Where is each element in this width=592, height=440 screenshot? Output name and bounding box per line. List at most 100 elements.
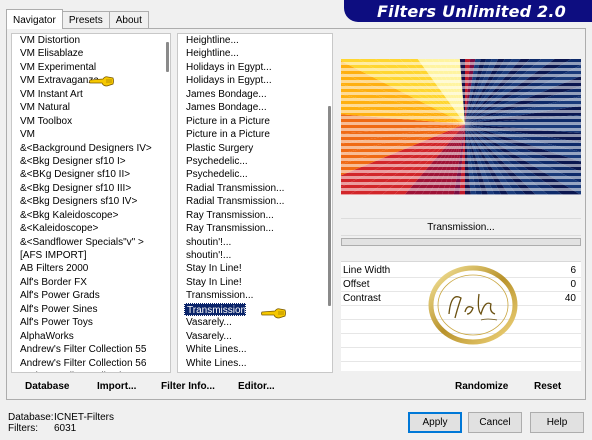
main-panel: VM Distortion VM Elisablaze VM Experimenta… <box>6 28 586 400</box>
apply-button[interactable]: Apply <box>408 412 462 433</box>
filter-item[interactable]: Plastic Surgery <box>178 142 332 155</box>
preview-stripe <box>341 152 581 155</box>
import-button[interactable]: Import... <box>97 381 136 395</box>
category-item[interactable]: &<Kaleidoscope> <box>12 222 170 235</box>
filters-count-value: 6031 <box>54 423 77 434</box>
category-item[interactable]: VM Elisablaze <box>12 47 170 60</box>
filter-item[interactable]: Heightline... <box>178 34 332 47</box>
preview-stripe <box>341 182 581 185</box>
category-item[interactable]: &<Sandflower Specials"v" > <box>12 236 170 249</box>
filter-item[interactable]: Stay In Line! <box>178 276 332 289</box>
filter-item[interactable]: shoutin'!... <box>178 249 332 262</box>
preview-stripe <box>341 98 581 101</box>
preview-stripe <box>341 68 581 71</box>
category-item[interactable]: VM Natural <box>12 101 170 114</box>
category-item[interactable]: &<Background Designers IV> <box>12 142 170 155</box>
randomize-button[interactable]: Randomize <box>455 381 508 395</box>
filter-item[interactable]: Picture in a Picture <box>178 115 332 128</box>
filter-item[interactable]: White Lines... <box>178 343 332 356</box>
tab-about[interactable]: About <box>108 11 149 29</box>
category-item[interactable]: Alf's Power Toys <box>12 316 170 329</box>
param-value: 6 <box>570 265 576 276</box>
filter-item[interactable]: White Lines... <box>178 357 332 370</box>
filter-item[interactable]: Ray Transmission... <box>178 209 332 222</box>
filter-item[interactable]: Holidays in Egypt... <box>178 61 332 74</box>
preview-stripe <box>341 194 581 195</box>
param-value: 0 <box>570 279 576 290</box>
pointing-hand-icon <box>261 308 286 319</box>
filter-scrollbar[interactable] <box>326 34 332 372</box>
category-item[interactable]: Andrew's Filter Collection 55 <box>12 343 170 356</box>
filter-item[interactable]: Heightline... <box>178 47 332 60</box>
cancel-button[interactable]: Cancel <box>468 412 522 433</box>
filter-item[interactable]: Vasarely... <box>178 316 332 329</box>
category-item[interactable]: &<BKg Designer sf10 II> <box>12 168 170 181</box>
filter-item[interactable]: Ray Transmission... <box>178 222 332 235</box>
tab-navigator[interactable]: Navigator <box>6 9 63 29</box>
filter-scroll-thumb[interactable] <box>328 106 331 306</box>
category-item[interactable]: Alf's Power Grads <box>12 289 170 302</box>
filter-item[interactable]: James Bondage... <box>178 88 332 101</box>
preview-stripe <box>341 158 581 161</box>
category-item[interactable]: &<Bkg Designers sf10 IV> <box>12 195 170 208</box>
filter-info-button[interactable]: Filter Info... <box>161 381 215 395</box>
category-item[interactable]: VM Instant Art <box>12 88 170 101</box>
watermark-logo <box>428 265 518 345</box>
preview-stripe <box>341 92 581 95</box>
filters-count-label: Filters: <box>8 423 38 434</box>
category-item[interactable]: Andrew's Filter Collection 56 <box>12 357 170 370</box>
category-scrollbar[interactable] <box>164 34 170 372</box>
category-item[interactable]: VM Experimental <box>12 61 170 74</box>
editor-button[interactable]: Editor... <box>238 381 275 395</box>
category-item[interactable]: Alf's Power Sines <box>12 303 170 316</box>
preview-stripe <box>341 122 581 125</box>
filter-name-button[interactable]: Transmission... <box>341 218 581 236</box>
preview-stripe <box>341 176 581 179</box>
filter-list[interactable]: Heightline... Heightline... Holidays in Eg… <box>177 33 333 373</box>
preview-stripe <box>341 170 581 173</box>
database-value: ICNET-Filters <box>54 412 114 423</box>
filter-item[interactable]: Radial Transmission... <box>178 195 332 208</box>
category-item[interactable]: AB Filters 2000 <box>12 262 170 275</box>
category-item[interactable]: &<Bkg Designer sf10 I> <box>12 155 170 168</box>
category-item[interactable]: &<Bkg Designer sf10 III> <box>12 182 170 195</box>
category-scroll-thumb[interactable] <box>166 42 169 72</box>
preview-stripe <box>341 134 581 137</box>
category-item[interactable]: Alf's Border FX <box>12 276 170 289</box>
database-label: Database: <box>8 412 54 423</box>
preview-stripe <box>341 80 581 83</box>
param-label: Contrast <box>343 293 381 304</box>
preview-stripe <box>341 110 581 113</box>
filter-item[interactable]: Psychedelic... <box>178 168 332 181</box>
database-button[interactable]: Database <box>25 381 69 395</box>
category-item[interactable]: VM <box>12 128 170 141</box>
category-item[interactable]: VM Distortion <box>12 34 170 47</box>
preview-stripe <box>341 128 581 131</box>
filter-item[interactable]: Holidays in Egypt... <box>178 74 332 87</box>
help-button[interactable]: Help <box>530 412 584 433</box>
filter-item-selected[interactable]: Transmission... <box>184 302 246 317</box>
filter-item[interactable]: shoutin'!... <box>178 236 332 249</box>
filter-item[interactable]: Transmission... <box>178 289 332 302</box>
preview-stripe <box>341 116 581 119</box>
filter-item[interactable]: Psychedelic... <box>178 155 332 168</box>
category-item[interactable]: AlphaWorks <box>12 330 170 343</box>
filter-item[interactable]: Vasarely... <box>178 330 332 343</box>
category-item[interactable]: VM Toolbox <box>12 115 170 128</box>
progress-bar <box>341 238 581 246</box>
pointing-hand-icon <box>89 76 114 87</box>
category-item[interactable]: [AFS IMPORT] <box>12 249 170 262</box>
tab-presets[interactable]: Presets <box>61 11 110 29</box>
filter-item[interactable]: Picture in a Picture <box>178 128 332 141</box>
category-item[interactable]: Andrew's Filter Collection 57 <box>12 370 170 372</box>
filter-item[interactable]: Radial Transmission... <box>178 182 332 195</box>
filter-preview <box>341 53 581 195</box>
filter-item[interactable]: Stay In Line! <box>178 262 332 275</box>
preview-stripe <box>341 146 581 149</box>
tab-strip: Navigator Presets About <box>6 9 149 29</box>
reset-button[interactable]: Reset <box>534 381 561 395</box>
title-banner: Filters Unlimited 2.0 <box>344 0 592 22</box>
category-item[interactable]: &<Bkg Kaleidoscope> <box>12 209 170 222</box>
preview-stripe <box>341 188 581 191</box>
filter-item[interactable]: James Bondage... <box>178 101 332 114</box>
